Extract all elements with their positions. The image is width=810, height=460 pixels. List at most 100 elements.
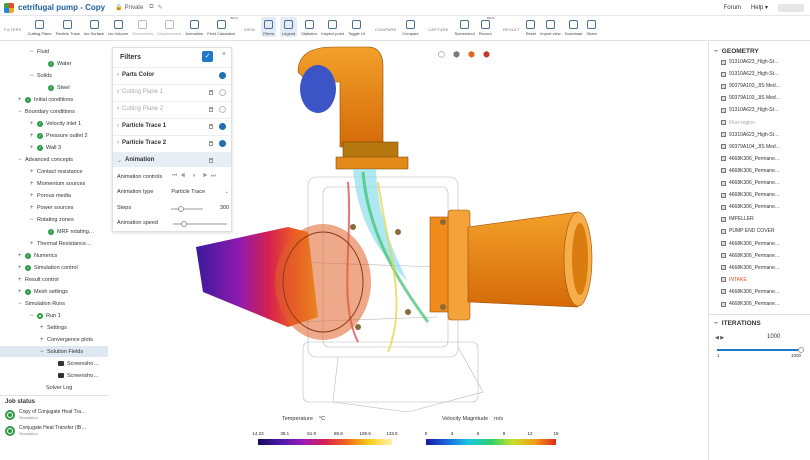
share-button[interactable]: Share	[586, 17, 597, 36]
visibility-toggle[interactable]	[219, 122, 226, 130]
geometry-item[interactable]: 91310A623_High-St…	[721, 132, 779, 138]
geometry-item[interactable]: 91310A623_High-St…	[721, 107, 779, 113]
visibility-checkbox[interactable]	[721, 192, 726, 198]
playback-controls-icon[interactable]: ⏮◀ ⏸ ▶⏭	[172, 173, 219, 180]
tree-item-convergence-plots[interactable]: + Convergence plots	[40, 334, 93, 345]
visibility-checkbox[interactable]	[721, 216, 726, 222]
apply-button[interactable]: ✓	[202, 51, 213, 62]
trash-icon[interactable]	[209, 157, 213, 163]
geometry-item[interactable]: 91310A623_High-St…	[721, 59, 779, 65]
visibility-checkbox[interactable]	[721, 59, 726, 65]
geometry-item[interactable]: 90379A104_JIS Med…	[721, 144, 781, 150]
visibility-checkbox[interactable]	[721, 83, 726, 89]
visibility-checkbox[interactable]	[721, 289, 726, 295]
visibility-checkbox[interactable]	[721, 180, 726, 186]
speed-slider-handle[interactable]	[180, 221, 187, 227]
visibility-checkbox[interactable]	[721, 95, 726, 101]
geometry-item[interactable]: 4668K306_Permane…	[721, 301, 780, 307]
velocity-field-select[interactable]: Velocity Magnitude	[442, 416, 488, 422]
privacy-badge[interactable]: 🔒 Private	[115, 4, 143, 12]
hexagon-icon[interactable]: ⬡	[438, 50, 445, 59]
geometry-item[interactable]: Flow region	[721, 120, 755, 126]
geometry-item[interactable]: 4668K306_Permane…	[721, 168, 780, 174]
geometry-item[interactable]: 91310A623_High-St…	[721, 71, 779, 77]
visibility-checkbox[interactable]	[721, 241, 726, 246]
visibility-checkbox[interactable]	[721, 144, 726, 150]
geometry-item[interactable]: INTAKE	[721, 277, 747, 283]
tree-item-settings[interactable]: + Settings	[40, 322, 67, 333]
geometry-item[interactable]: IMPELLER	[721, 216, 754, 222]
tree-item-water[interactable]: ✓ Water	[48, 58, 71, 69]
trash-icon[interactable]	[209, 123, 213, 129]
visibility-toggle[interactable]	[219, 139, 226, 147]
cutting-plane-button[interactable]: Cutting Plane	[28, 17, 52, 36]
geometry-item[interactable]: 90379A103_JIS Med…	[721, 83, 781, 89]
tree-item-boundary-conditions[interactable]: − Boundary conditions	[18, 106, 75, 117]
filter-cutting-plane-1[interactable]: › Cutting Plane 1	[113, 84, 231, 99]
tree-item-contact-resistance[interactable]: + Contact resistance	[30, 166, 83, 177]
trash-icon[interactable]	[209, 106, 213, 112]
cube-red-icon[interactable]: ⬢	[483, 50, 490, 59]
tree-item-wall[interactable]: + ✓ Wall 3	[30, 142, 61, 153]
visibility-checkbox[interactable]	[721, 120, 726, 125]
tree-item-mrf-rotating[interactable]: ✓ MRF rotating…	[48, 226, 94, 237]
job-item[interactable]: Conjugate Heat Transfer (IB… Simulation	[5, 425, 103, 437]
edit-icon[interactable]: ✎	[158, 4, 163, 11]
visibility-checkbox[interactable]	[721, 301, 726, 307]
visibility-checkbox[interactable]	[721, 156, 726, 162]
tree-item-power-sources[interactable]: + Power sources	[30, 202, 73, 213]
animation-button[interactable]: Animation	[185, 17, 203, 36]
inspect-point-button[interactable]: Inspect point	[321, 17, 344, 36]
streamlines-button[interactable]: Streamlines	[132, 17, 153, 36]
steps-slider-handle[interactable]	[177, 206, 184, 212]
geometry-item[interactable]: 4668K306_Permane…	[721, 180, 780, 186]
legend-toggle-button[interactable]: Legend	[279, 17, 298, 37]
help-menu[interactable]: Help ▾	[751, 4, 768, 11]
trash-icon[interactable]	[209, 89, 213, 95]
visibility-checkbox[interactable]	[721, 228, 726, 234]
reset-button[interactable]: Reset	[526, 17, 536, 36]
visibility-checkbox[interactable]	[721, 204, 726, 210]
visibility-checkbox[interactable]	[721, 71, 726, 77]
trash-icon[interactable]	[209, 140, 213, 146]
temperature-field-select[interactable]: Temperature	[282, 416, 313, 422]
tree-item-solution-fields[interactable]: − Solution Fields	[0, 346, 108, 357]
filter-cutting-plane-2[interactable]: › Cutting Plane 2	[113, 101, 231, 116]
toggle-ui-button[interactable]: Toggle UI	[348, 17, 365, 36]
tree-item-solids[interactable]: − Solids	[30, 70, 52, 81]
simscale-logo-icon[interactable]	[4, 2, 14, 13]
visibility-checkbox[interactable]	[721, 168, 726, 174]
geometry-item[interactable]: 4668K306_Permane…	[721, 265, 780, 271]
cube-orange-icon[interactable]: ⬢	[468, 50, 475, 59]
statistics-button[interactable]: Statistics	[301, 17, 317, 36]
record-button[interactable]: BETA Record	[479, 16, 495, 36]
geometry-item[interactable]: 90379A103_JIS Med…	[721, 95, 781, 101]
tree-item-initial-conditions[interactable]: + ✓ Initial conditions	[18, 94, 73, 105]
tree-item-simulation-control[interactable]: + ✓ Simulation control	[18, 262, 78, 273]
compare-button[interactable]: Compare	[402, 17, 419, 36]
download-button[interactable]: Download	[565, 17, 582, 36]
speed-slider[interactable]	[173, 221, 227, 227]
iso-volume-button[interactable]: Iso Volume	[108, 17, 128, 36]
tree-item-fluid[interactable]: − Fluid	[30, 46, 49, 57]
filter-particle-trace-2[interactable]: › Particle Trace 2	[113, 135, 231, 150]
geometry-header[interactable]: − GEOMETRY	[709, 48, 810, 55]
filters-toggle-button[interactable]: Filters	[261, 17, 276, 37]
tree-item-velocity-inlet[interactable]: + ✓ Velocity inlet 1	[30, 118, 81, 129]
filter-parts-color[interactable]: › Parts Color	[113, 67, 231, 82]
velocity-unit-select[interactable]: m/s	[494, 416, 503, 422]
close-button[interactable]: ×	[222, 51, 226, 58]
tree-item-advanced-concepts[interactable]: − Advanced concepts	[18, 154, 73, 165]
tree-item-screenshot-2[interactable]: Screensho…	[58, 370, 99, 381]
visibility-toggle[interactable]	[219, 71, 226, 79]
filter-animation[interactable]: ⌄ Animation	[113, 152, 231, 167]
tree-item-simulation-runs[interactable]: − Simulation Runs	[18, 298, 65, 309]
iteration-value[interactable]: 1000	[767, 334, 780, 340]
visibility-toggle[interactable]	[219, 105, 226, 113]
visibility-toggle[interactable]	[219, 88, 226, 96]
tree-item-thermal-resistance[interactable]: + Thermal Resistance…	[30, 238, 91, 249]
tree-item-solver-log[interactable]: Solver Log	[46, 382, 72, 392]
visibility-checkbox[interactable]	[721, 265, 726, 271]
steps-value[interactable]: 300	[220, 205, 229, 211]
tree-item-numerics[interactable]: + ✓ Numerics	[18, 250, 57, 261]
